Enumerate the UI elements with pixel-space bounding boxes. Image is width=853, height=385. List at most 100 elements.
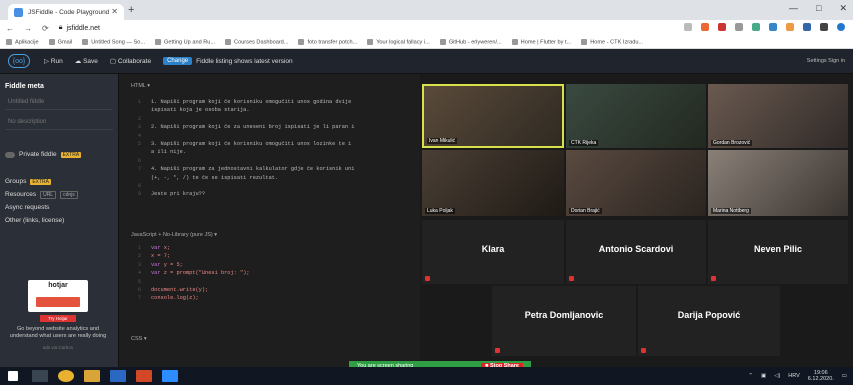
zoom-icon[interactable] bbox=[162, 370, 178, 382]
code-line: 5 bbox=[119, 278, 250, 286]
video-tile[interactable]: Luka Poljak bbox=[422, 150, 564, 216]
sidebar-item-groups[interactable]: Groups EXTRA bbox=[0, 175, 118, 188]
url-text: jsfiddle.net bbox=[66, 24, 100, 32]
css-panel-label[interactable]: CSS ▾ bbox=[131, 336, 147, 342]
forward-icon[interactable]: → bbox=[24, 24, 32, 33]
powerpoint-icon[interactable] bbox=[136, 370, 152, 382]
address-field[interactable]: 🔒︎ jsfiddle.net bbox=[59, 24, 100, 32]
html-editor[interactable]: 1 1. Napiši program koji će korisniku omo… bbox=[119, 98, 355, 199]
task-view-icon[interactable] bbox=[32, 370, 48, 382]
code-text: 1. Napiši program koji će korisniku omog… bbox=[151, 99, 352, 105]
close-tab-icon[interactable]: ✕ bbox=[111, 7, 118, 16]
participant-tile[interactable]: Klara bbox=[422, 220, 564, 284]
bookmark-item[interactable]: Aplikacije bbox=[6, 39, 39, 45]
extension-icon[interactable] bbox=[786, 23, 794, 31]
minimize-icon[interactable]: — bbox=[789, 3, 798, 14]
profile-avatar[interactable] bbox=[837, 23, 845, 31]
line-number: 7 bbox=[137, 295, 141, 302]
window-controls: — □ ✕ bbox=[789, 3, 847, 14]
line-number: 6 bbox=[137, 157, 141, 164]
fiddle-status: Fiddle listing shows latest version bbox=[196, 57, 293, 65]
participant-tile[interactable]: Darija Popović bbox=[638, 286, 780, 356]
fiddle-name-input[interactable]: Untitled fiddle bbox=[5, 96, 113, 110]
extension-icon[interactable] bbox=[701, 23, 709, 31]
video-tile[interactable]: Ivan Mikulić bbox=[422, 84, 564, 148]
windows-start-icon[interactable] bbox=[8, 371, 18, 381]
extension-icon[interactable] bbox=[752, 23, 760, 31]
notifications-icon[interactable]: ▭ bbox=[842, 373, 847, 379]
line-number: 3 bbox=[137, 261, 141, 268]
code-text: z = prompt("Unesi broj: "); bbox=[160, 270, 250, 277]
sidebar-item-other[interactable]: Other (links, license) bbox=[0, 214, 118, 227]
bookmark-item[interactable]: Gmail bbox=[49, 39, 73, 45]
chrome-icon[interactable] bbox=[58, 370, 74, 382]
ad-image[interactable]: hotjar bbox=[28, 280, 88, 312]
volume-icon[interactable]: ◁) bbox=[774, 373, 780, 379]
ad-button[interactable]: Try Hotjar bbox=[40, 315, 76, 322]
participant-tile[interactable]: Antonio Scardovi bbox=[566, 220, 706, 284]
video-tile[interactable]: Gordan Brozović bbox=[708, 84, 848, 148]
sidebar-item-async[interactable]: Async requests bbox=[0, 201, 118, 214]
new-tab-button[interactable]: + bbox=[128, 4, 134, 16]
fiddle-description-input[interactable]: No description bbox=[5, 116, 113, 130]
maximize-icon[interactable]: □ bbox=[816, 3, 821, 14]
participant-tile[interactable]: Neven Pilic bbox=[708, 220, 848, 284]
system-tray: ⌃ ▣ ◁) HRV 19:06 6.12.2020. ▭ bbox=[748, 370, 847, 382]
js-editor[interactable]: 1 var x; 2 x = 7; 3 var y = 5; 4 var z = prompt… bbox=[119, 244, 250, 303]
extension-icon[interactable] bbox=[735, 23, 743, 31]
extension-icon[interactable] bbox=[718, 23, 726, 31]
private-fiddle-toggle[interactable]: Private fiddle EXTRA bbox=[0, 148, 118, 161]
jsfiddle-logo-icon[interactable]: {oo} bbox=[8, 54, 30, 68]
code-text: (+, -, *, /) te će se ispisati rezultat. bbox=[151, 174, 279, 181]
browser-tab[interactable]: JSFiddle - Code Playground ✕ bbox=[8, 4, 124, 20]
participant-tile[interactable]: Petra Domljanovic bbox=[492, 286, 636, 356]
ad-text[interactable]: Go beyond website analytics and understa… bbox=[6, 326, 110, 340]
save-button[interactable]: ☁ Save bbox=[75, 57, 98, 65]
clock[interactable]: 19:06 6.12.2020. bbox=[808, 370, 834, 382]
extension-icon[interactable] bbox=[820, 23, 828, 31]
tray-up-icon[interactable]: ⌃ bbox=[748, 373, 753, 379]
address-bar-row: ← → ⟳ 🔒︎ jsfiddle.net bbox=[0, 20, 853, 36]
video-tile[interactable]: Marina Nottberg bbox=[708, 150, 848, 216]
video-tile[interactable]: Dorian Brajić bbox=[566, 150, 706, 216]
code-text: y = 5; bbox=[160, 261, 183, 268]
hotjar-ad[interactable]: hotjar Try Hotjar Go beyond website anal… bbox=[6, 280, 110, 362]
back-icon[interactable]: ← bbox=[6, 24, 14, 33]
network-icon[interactable]: ▣ bbox=[761, 373, 766, 379]
close-window-icon[interactable]: ✕ bbox=[839, 3, 847, 14]
sidebar-item-resources[interactable]: Resources URL cdnjs bbox=[0, 188, 118, 201]
line-number: 5 bbox=[137, 141, 141, 148]
extension-icon[interactable] bbox=[803, 23, 811, 31]
ad-carbon-link[interactable]: ads via Carbon bbox=[6, 345, 110, 350]
line-number: 5 bbox=[137, 278, 141, 285]
sidebar-title: Fiddle meta bbox=[5, 83, 44, 90]
bookmarks-bar: Aplikacije Gmail Untitled Song — So... Gett… bbox=[0, 36, 853, 49]
video-tile[interactable]: CTK Rijeka bbox=[566, 84, 706, 148]
outlook-icon[interactable] bbox=[110, 370, 126, 382]
code-editor-area: HTML ▾ 1 1. Napiši program koji će korisn… bbox=[118, 74, 420, 367]
language-indicator[interactable]: HRV bbox=[788, 373, 800, 379]
muted-icon bbox=[495, 348, 500, 353]
extension-icon[interactable] bbox=[769, 23, 777, 31]
bookmark-item[interactable]: Getting Up and Ru... bbox=[155, 39, 215, 45]
bookmark-item[interactable]: foto transfer potch... bbox=[298, 39, 357, 45]
bookmark-item[interactable]: Untitled Song — So... bbox=[82, 39, 145, 45]
bookmark-item[interactable]: Your logical fallacy i... bbox=[367, 39, 430, 45]
code-line: 6 document.write(y); bbox=[119, 286, 250, 294]
toggle-switch[interactable] bbox=[5, 151, 15, 158]
html-panel-label[interactable]: HTML ▾ bbox=[131, 83, 150, 89]
collaborate-button[interactable]: ▢ Collaborate bbox=[110, 57, 151, 65]
bookmark-item[interactable]: Courses Dashboard... bbox=[225, 39, 288, 45]
star-icon[interactable] bbox=[684, 23, 692, 31]
bookmark-item[interactable]: Home | Flutter by t... bbox=[512, 39, 572, 45]
settings-signin[interactable]: Settings Sign in bbox=[807, 58, 845, 64]
reload-icon[interactable]: ⟳ bbox=[42, 24, 49, 33]
bookmark-item[interactable]: Home - CTK Izradu... bbox=[581, 39, 643, 45]
run-button[interactable]: ▷ Run bbox=[44, 57, 63, 65]
bookmark-item[interactable]: GitHub - erlyweren/... bbox=[440, 39, 502, 45]
change-badge[interactable]: Change bbox=[163, 57, 193, 65]
code-line: 3 var y = 5; bbox=[119, 261, 250, 269]
js-panel-label[interactable]: JavaScript + No-Library (pure JS) ▾ bbox=[131, 232, 217, 238]
file-explorer-icon[interactable] bbox=[84, 370, 100, 382]
line-number: 7 bbox=[137, 166, 141, 173]
